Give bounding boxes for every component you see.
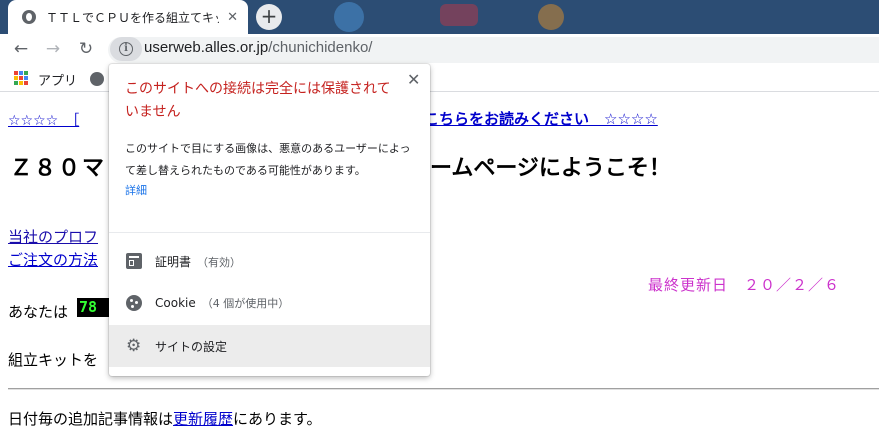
site-settings-row[interactable]: ⚙ サイトの設定 [109,325,430,367]
last-updated: 最終更新日 ２０／２／６ [648,276,841,294]
page-title-end: ームページにようこそ！ [430,156,671,181]
url-host: userweb.alles.or.jp [144,39,269,56]
certificate-label: 証明書 [155,255,192,269]
warning-description: このサイトで目にする画像は、悪意のあるユーザーによって差し替えられたものである可… [125,142,411,177]
notice-link[interactable]: こちらをお読みください ☆☆☆☆ [424,108,658,129]
apps-bookmark[interactable]: アプリ [38,70,77,89]
forward-icon[interactable]: → [42,38,64,60]
url-text[interactable]: userweb.alles.or.jp/chunichidenko/ [144,39,372,56]
profile-link[interactable]: 当社のプロフ [8,226,98,247]
certificate-row[interactable]: 証明書 （有効） [109,240,430,282]
back-icon[interactable]: ← [10,38,32,60]
info-icon: i [119,42,133,56]
tab-title: ＴＴＬでＣＰＵを作る組立てキット [46,10,220,25]
update-info-text: 日付毎の追加記事情報は更新履歴にあります。 [8,408,322,429]
update-info-before: 日付毎の追加記事情報は [8,410,174,428]
gear-icon: ⚙ [126,336,142,356]
kit-text: 組立キットを [8,351,99,369]
desktop-decoration [440,4,478,26]
order-method-link[interactable]: ご注文の方法 [8,249,98,270]
apps-icon[interactable] [14,71,28,85]
globe-icon[interactable] [90,72,104,86]
update-history-link[interactable]: 更新履歴 [173,410,233,428]
details-link[interactable]: 詳細 [125,182,147,198]
tab-strip: ＴＴＬでＣＰＵを作る組立てキット ✕ + [0,0,879,34]
site-settings-label: サイトの設定 [155,340,228,354]
close-icon[interactable]: ✕ [407,70,420,89]
connection-warning: このサイトへの接続は完全には保護されていません [125,81,391,120]
certificate-status: （有効） [197,256,242,269]
popup-divider [109,232,430,233]
certificate-icon [126,253,142,269]
divider [8,388,879,390]
reload-icon[interactable]: ↻ [75,38,97,60]
close-tab-icon[interactable]: ✕ [227,10,238,25]
cookie-icon [126,295,142,311]
cookie-label: Cookie [155,296,196,310]
active-tab[interactable]: ＴＴＬでＣＰＵを作る組立てキット ✕ [8,0,248,34]
site-info-popup: ✕ このサイトへの接続は完全には保護されていません このサイトで目にする画像は、… [109,64,430,376]
visitor-label: あなたは [8,303,69,321]
new-tab-button[interactable]: + [256,4,282,30]
desktop-decoration [334,2,364,32]
site-info-button[interactable]: i [110,37,142,61]
update-info-after: にあります。 [233,410,322,428]
visitor-counter: 78 [77,298,111,317]
globe-icon [22,10,36,24]
notice-stars[interactable]: ☆☆☆☆ ［ [8,110,79,130]
cookie-row[interactable]: Cookie （4 個が使用中） [109,282,430,324]
desktop-decoration [538,4,564,30]
page-title-start: Ｚ８０マ [10,156,107,181]
cookie-status: （4 個が使用中） [201,297,290,310]
url-path: /chunichidenko/ [268,39,373,56]
